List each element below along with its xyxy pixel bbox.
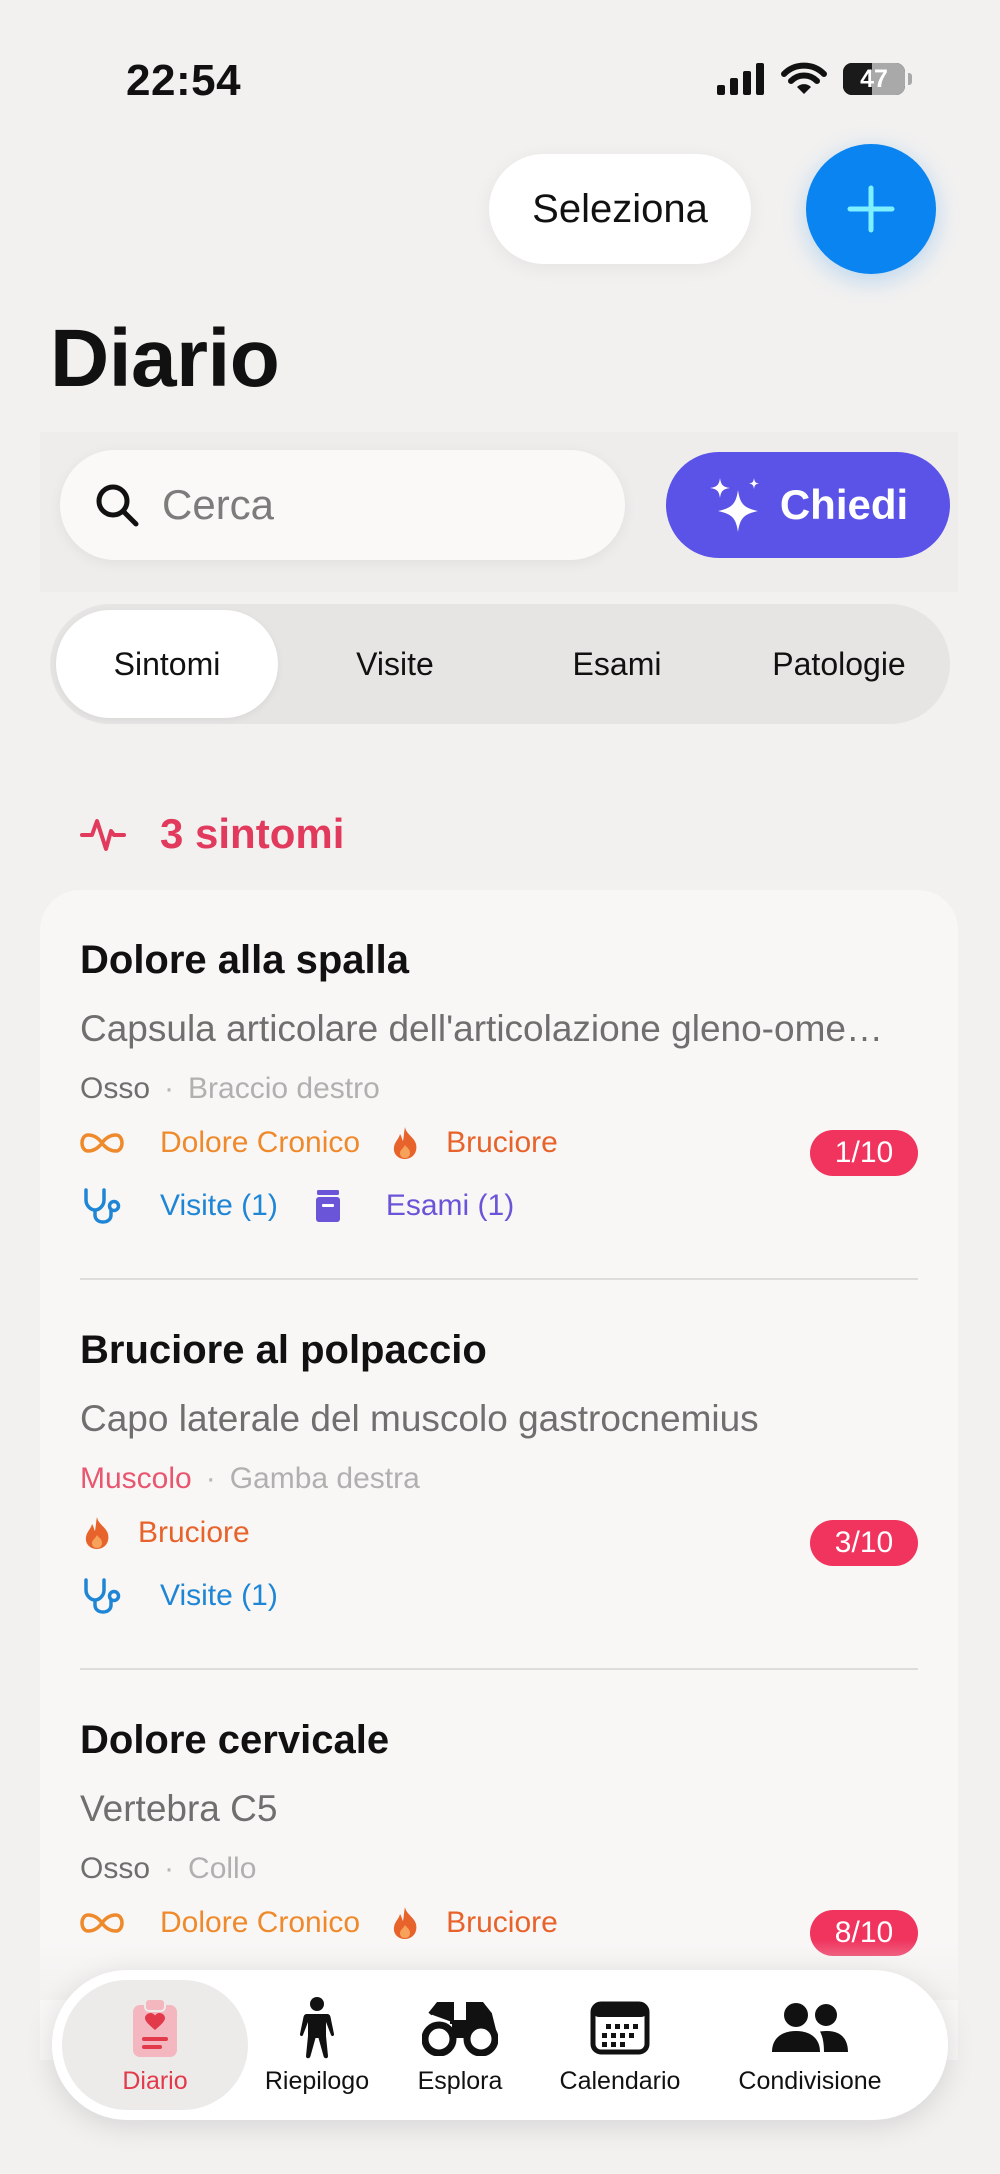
symptom-type: Muscolo (80, 1462, 192, 1495)
search-placeholder: Cerca (162, 481, 275, 528)
tab-bar-diario[interactable]: Diario (62, 1980, 248, 2110)
calendar-icon (590, 2001, 650, 2054)
cellular-signal-icon (717, 63, 764, 95)
exams-label: Esami (1) (385, 1189, 515, 1222)
symptom-title: Dolore alla spalla (80, 938, 410, 982)
tab-bar-label: Condivisione (738, 2066, 882, 2095)
symptom-subtitle: Vertebra C5 (80, 1788, 278, 1829)
symptom-card[interactable]: Bruciore al polpaccio Capo laterale del … (40, 1280, 958, 1670)
tab-bar-label: Diario (122, 2066, 188, 2095)
wifi-icon (781, 62, 827, 94)
visits-link[interactable]: Visite (1) (80, 1188, 278, 1224)
plus-icon (847, 185, 895, 233)
tab-patologie[interactable]: Patologie (728, 604, 950, 724)
tab-visite[interactable]: Visite (284, 604, 506, 724)
flame-icon (85, 1517, 109, 1549)
bottom-tab-bar: Diario Riepilogo Esplora Calendario Cond… (52, 1970, 948, 2120)
flame-icon (393, 1127, 417, 1159)
add-button[interactable] (806, 144, 936, 274)
symptom-card[interactable]: Dolore alla spalla Capsula articolare de… (40, 890, 958, 1280)
tab-esami[interactable]: Esami (506, 604, 728, 724)
tag-row: Dolore Cronico Bruciore (80, 1906, 586, 1940)
tab-bar-riepilogo[interactable]: Riepilogo (254, 1980, 380, 2110)
section-header: 3 sintomi (80, 810, 344, 858)
symptom-type: Osso (80, 1072, 151, 1105)
tab-bar-label: Calendario (559, 2066, 681, 2095)
visits-label: Visite (1) (160, 1189, 278, 1222)
symptom-location: Collo (188, 1852, 257, 1885)
visits-label: Visite (1) (160, 1579, 278, 1612)
tab-bar-condivisione[interactable]: Condivisione (700, 1980, 920, 2110)
person-icon (299, 1996, 335, 2058)
page-title: Diario (50, 313, 280, 404)
ask-button[interactable]: Chiedi (666, 452, 950, 558)
segmented-tabs: Sintomi Visite Esami Patologie (50, 604, 950, 724)
search-input[interactable]: Cerca (60, 450, 625, 560)
infinity-icon (80, 1133, 124, 1153)
tab-bar-label: Esplora (417, 2066, 503, 2095)
battery-icon: 47 (843, 63, 905, 95)
symptom-type: Osso (80, 1852, 151, 1885)
tab-bar-label: Riepilogo (264, 2066, 370, 2095)
pain-score-badge: 1/10 (810, 1130, 918, 1176)
tab-sintomi[interactable]: Sintomi (56, 610, 278, 718)
tag-row: Bruciore (80, 1516, 278, 1550)
tag-chronic: Dolore Cronico (160, 1906, 361, 1939)
symptom-subtitle: Capsula articolare dell'articolazione gl… (80, 1008, 883, 1049)
tab-bar-calendario[interactable]: Calendario (540, 1980, 700, 2110)
tag-burning: Bruciore (138, 1516, 250, 1549)
status-bar: 22:54 47 (0, 0, 1000, 130)
symptom-subtitle: Capo laterale del muscolo gastrocnemius (80, 1398, 759, 1439)
infinity-icon (80, 1913, 124, 1933)
stethoscope-icon (84, 1578, 121, 1614)
status-time: 22:54 (126, 56, 242, 105)
exams-link[interactable]: Esami (1) (306, 1189, 514, 1223)
battery-level: 47 (860, 64, 888, 93)
symptom-title: Dolore cervicale (80, 1718, 390, 1762)
symptom-meta: Osso · Collo (80, 1852, 257, 1885)
link-row: Visite (1) (80, 1578, 306, 1614)
symptom-list: Dolore alla spalla Capsula articolare de… (40, 890, 958, 2060)
exam-jar-icon (315, 1190, 340, 1222)
flame-icon (393, 1907, 417, 1939)
tab-bar-esplora[interactable]: Esplora (380, 1980, 540, 2110)
symptom-meta: Osso · Braccio destro (80, 1072, 380, 1105)
select-button[interactable]: Seleziona (489, 154, 751, 264)
tag-burning: Bruciore (446, 1906, 558, 1939)
people-icon (772, 2002, 848, 2052)
clipboard-heart-icon (133, 1997, 177, 2057)
symptom-count: 3 sintomi (160, 810, 345, 857)
symptom-location: Braccio destro (188, 1072, 380, 1105)
visits-link[interactable]: Visite (1) (80, 1578, 278, 1614)
binoculars-icon (422, 2001, 498, 2056)
symptom-meta: Muscolo · Gamba destra (80, 1462, 420, 1495)
search-icon (96, 484, 139, 527)
heartbeat-icon (80, 819, 126, 851)
ask-label: Chiedi (779, 481, 909, 528)
sparkles-icon (709, 478, 759, 532)
stethoscope-icon (84, 1188, 121, 1224)
tag-burning: Bruciore (446, 1126, 558, 1159)
tag-chronic: Dolore Cronico (160, 1126, 361, 1159)
symptom-title: Bruciore al polpaccio (80, 1328, 487, 1372)
pain-score-badge: 3/10 (810, 1520, 918, 1566)
status-icons: 47 (717, 62, 912, 96)
link-row: Visite (1) Esami (1) (80, 1188, 542, 1224)
tag-row: Dolore Cronico Bruciore (80, 1126, 586, 1160)
symptom-location: Gamba destra (229, 1462, 420, 1495)
